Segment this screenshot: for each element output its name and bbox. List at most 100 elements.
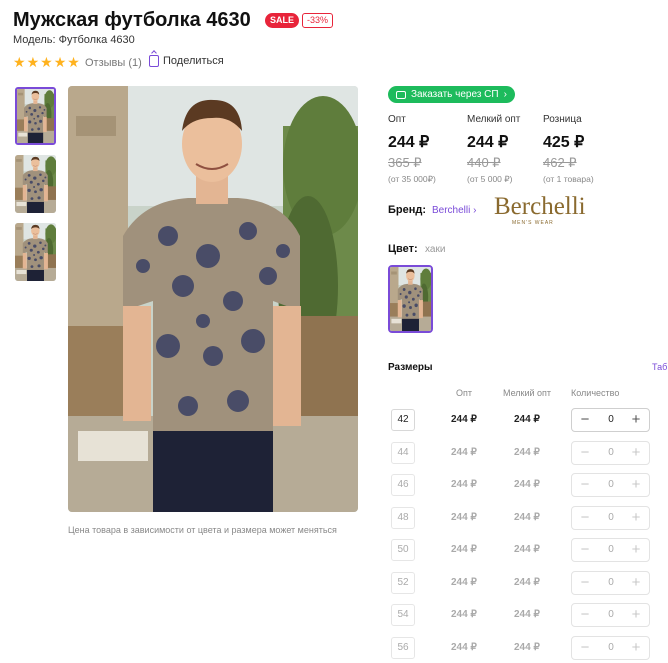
star-icon: ★ (40, 54, 53, 70)
thumbnail-1[interactable] (15, 87, 56, 145)
main-product-photo[interactable] (68, 86, 358, 512)
price-condition: (от 1 товара) (543, 174, 594, 184)
color-swatch[interactable] (388, 265, 433, 333)
chevron-right-icon: › (503, 89, 507, 100)
brand-label: Бренд: (388, 204, 427, 216)
color-value: хаки (425, 244, 446, 255)
quantity-stepper[interactable]: −0 + (571, 538, 650, 562)
reviews-link[interactable]: Отзывы (1) (85, 57, 142, 69)
brand-link[interactable]: Berchelli › (432, 205, 476, 216)
price-old: 440 ₽ (467, 155, 501, 170)
size-price-small-opt: 244 ₽ (514, 479, 540, 490)
price-opt: Опт 244 ₽ 365 ₽ (от 35 000₽) (388, 114, 436, 185)
price-note: Цена товара в зависимости от цвета и раз… (68, 525, 337, 535)
quantity-value[interactable]: 0 (598, 539, 624, 561)
size-price-opt: 244 ₽ (451, 479, 477, 490)
size-price-small-opt: 244 ₽ (514, 576, 540, 588)
column-header-opt: Опт (456, 388, 472, 398)
quantity-stepper[interactable]: −0 + (571, 635, 650, 660)
quantity-stepper[interactable]: −0 + (571, 505, 650, 530)
plus-icon[interactable]: + (626, 539, 646, 561)
size-label: 48 (391, 506, 415, 529)
price-current: 425 ₽ (543, 134, 585, 151)
size-price-small-opt: 244 ₽ (514, 641, 540, 653)
star-icon: ★ (53, 54, 67, 70)
price-current: 244 ₽ (467, 134, 509, 151)
size-price-small-opt: 244 ₽ (514, 511, 540, 523)
size-price-small-opt: 244 ₽ (514, 544, 540, 555)
sizes-title: Размеры (388, 362, 433, 373)
size-price-opt: 244 ₽ (451, 511, 477, 523)
chevron-right-icon: › (473, 205, 477, 216)
column-header-small-opt: Мелкий опт (503, 388, 552, 398)
quantity-value[interactable]: 0 (598, 442, 624, 464)
size-price-opt: 244 ₽ (451, 414, 477, 425)
quantity-value[interactable]: 0 (598, 604, 624, 626)
size-label: 46 (391, 474, 415, 496)
price-old: 365 ₽ (388, 155, 422, 170)
share-label: Поделиться (163, 55, 224, 67)
price-retail: Розница 425 ₽ 462 ₽ (от 1 товара) (543, 114, 594, 184)
brand-logo-subtitle: MEN'S WEAR (512, 220, 554, 226)
size-price-opt: 244 ₽ (451, 446, 477, 458)
share-button[interactable]: Поделиться (149, 55, 224, 67)
thumbnail-3[interactable] (15, 223, 56, 281)
rating-stars: ★ ★ ★ ★ ★ (13, 55, 80, 69)
price-old: 462 ₽ (543, 155, 577, 170)
size-price-small-opt: 244 ₽ (514, 414, 540, 425)
plus-icon[interactable]: + (626, 442, 646, 464)
plus-icon[interactable]: + (626, 604, 646, 626)
price-current: 244 ₽ (388, 134, 430, 151)
plus-icon[interactable]: + (626, 637, 646, 659)
sale-badge: SALE (265, 13, 300, 28)
size-price-opt: 244 ₽ (451, 544, 477, 555)
quantity-value[interactable]: 0 (598, 409, 624, 431)
quantity-value[interactable]: 0 (598, 507, 624, 529)
size-price-small-opt: 244 ₽ (514, 609, 540, 620)
minus-icon[interactable]: − (575, 539, 595, 561)
plus-icon[interactable]: + (626, 507, 646, 529)
quantity-stepper[interactable]: −0 + (571, 408, 650, 432)
star-icon: ★ (13, 54, 26, 70)
quantity-stepper[interactable]: −0 + (571, 570, 650, 595)
quantity-stepper[interactable]: −0 + (571, 473, 650, 497)
minus-icon[interactable]: − (575, 442, 595, 464)
price-small-opt: Мелкий опт 244 ₽ 440 ₽ (от 5 000 ₽) (467, 114, 520, 185)
model-label: Модель: Футболка 4630 (13, 34, 135, 46)
minus-icon[interactable]: − (575, 604, 595, 626)
plus-icon[interactable]: + (626, 572, 646, 594)
minus-icon[interactable]: − (575, 507, 595, 529)
price-condition: (от 5 000 ₽) (467, 174, 513, 184)
quantity-stepper[interactable]: −0 + (571, 440, 650, 465)
quantity-value[interactable]: 0 (598, 474, 624, 496)
price-label: Мелкий опт (467, 114, 521, 125)
thumbnail-2[interactable] (15, 155, 56, 213)
brand-logo[interactable]: Berchelli (494, 194, 586, 219)
joint-purchase-button[interactable]: Заказать через СП › (388, 86, 515, 103)
price-condition: (от 35 000₽) (388, 174, 436, 184)
star-icon: ★ (26, 54, 40, 70)
quantity-stepper[interactable]: −0 + (571, 603, 650, 627)
minus-icon[interactable]: − (575, 572, 595, 594)
minus-icon[interactable]: − (575, 637, 595, 659)
size-label: 44 (391, 441, 415, 464)
size-price-opt: 244 ₽ (451, 609, 477, 620)
plus-icon[interactable]: + (626, 474, 646, 496)
quantity-value[interactable]: 0 (598, 637, 624, 659)
color-label: Цвет: (388, 243, 418, 255)
size-table-link[interactable]: Таб (652, 362, 667, 372)
column-header-qty: Количество (571, 388, 620, 398)
minus-icon[interactable]: − (575, 474, 595, 496)
cart-icon (396, 90, 406, 99)
discount-badge: -33% (302, 13, 334, 28)
quantity-value[interactable]: 0 (598, 572, 624, 594)
plus-icon[interactable]: + (626, 409, 646, 431)
size-price-opt: 244 ₽ (451, 576, 477, 588)
star-icon: ★ (67, 54, 80, 70)
share-icon (149, 55, 159, 67)
size-label: 54 (391, 604, 415, 626)
price-label: Опт (388, 114, 406, 125)
minus-icon[interactable]: − (575, 409, 595, 431)
product-title: Мужская футболка 4630 (13, 9, 251, 31)
size-label: 52 (391, 571, 415, 594)
